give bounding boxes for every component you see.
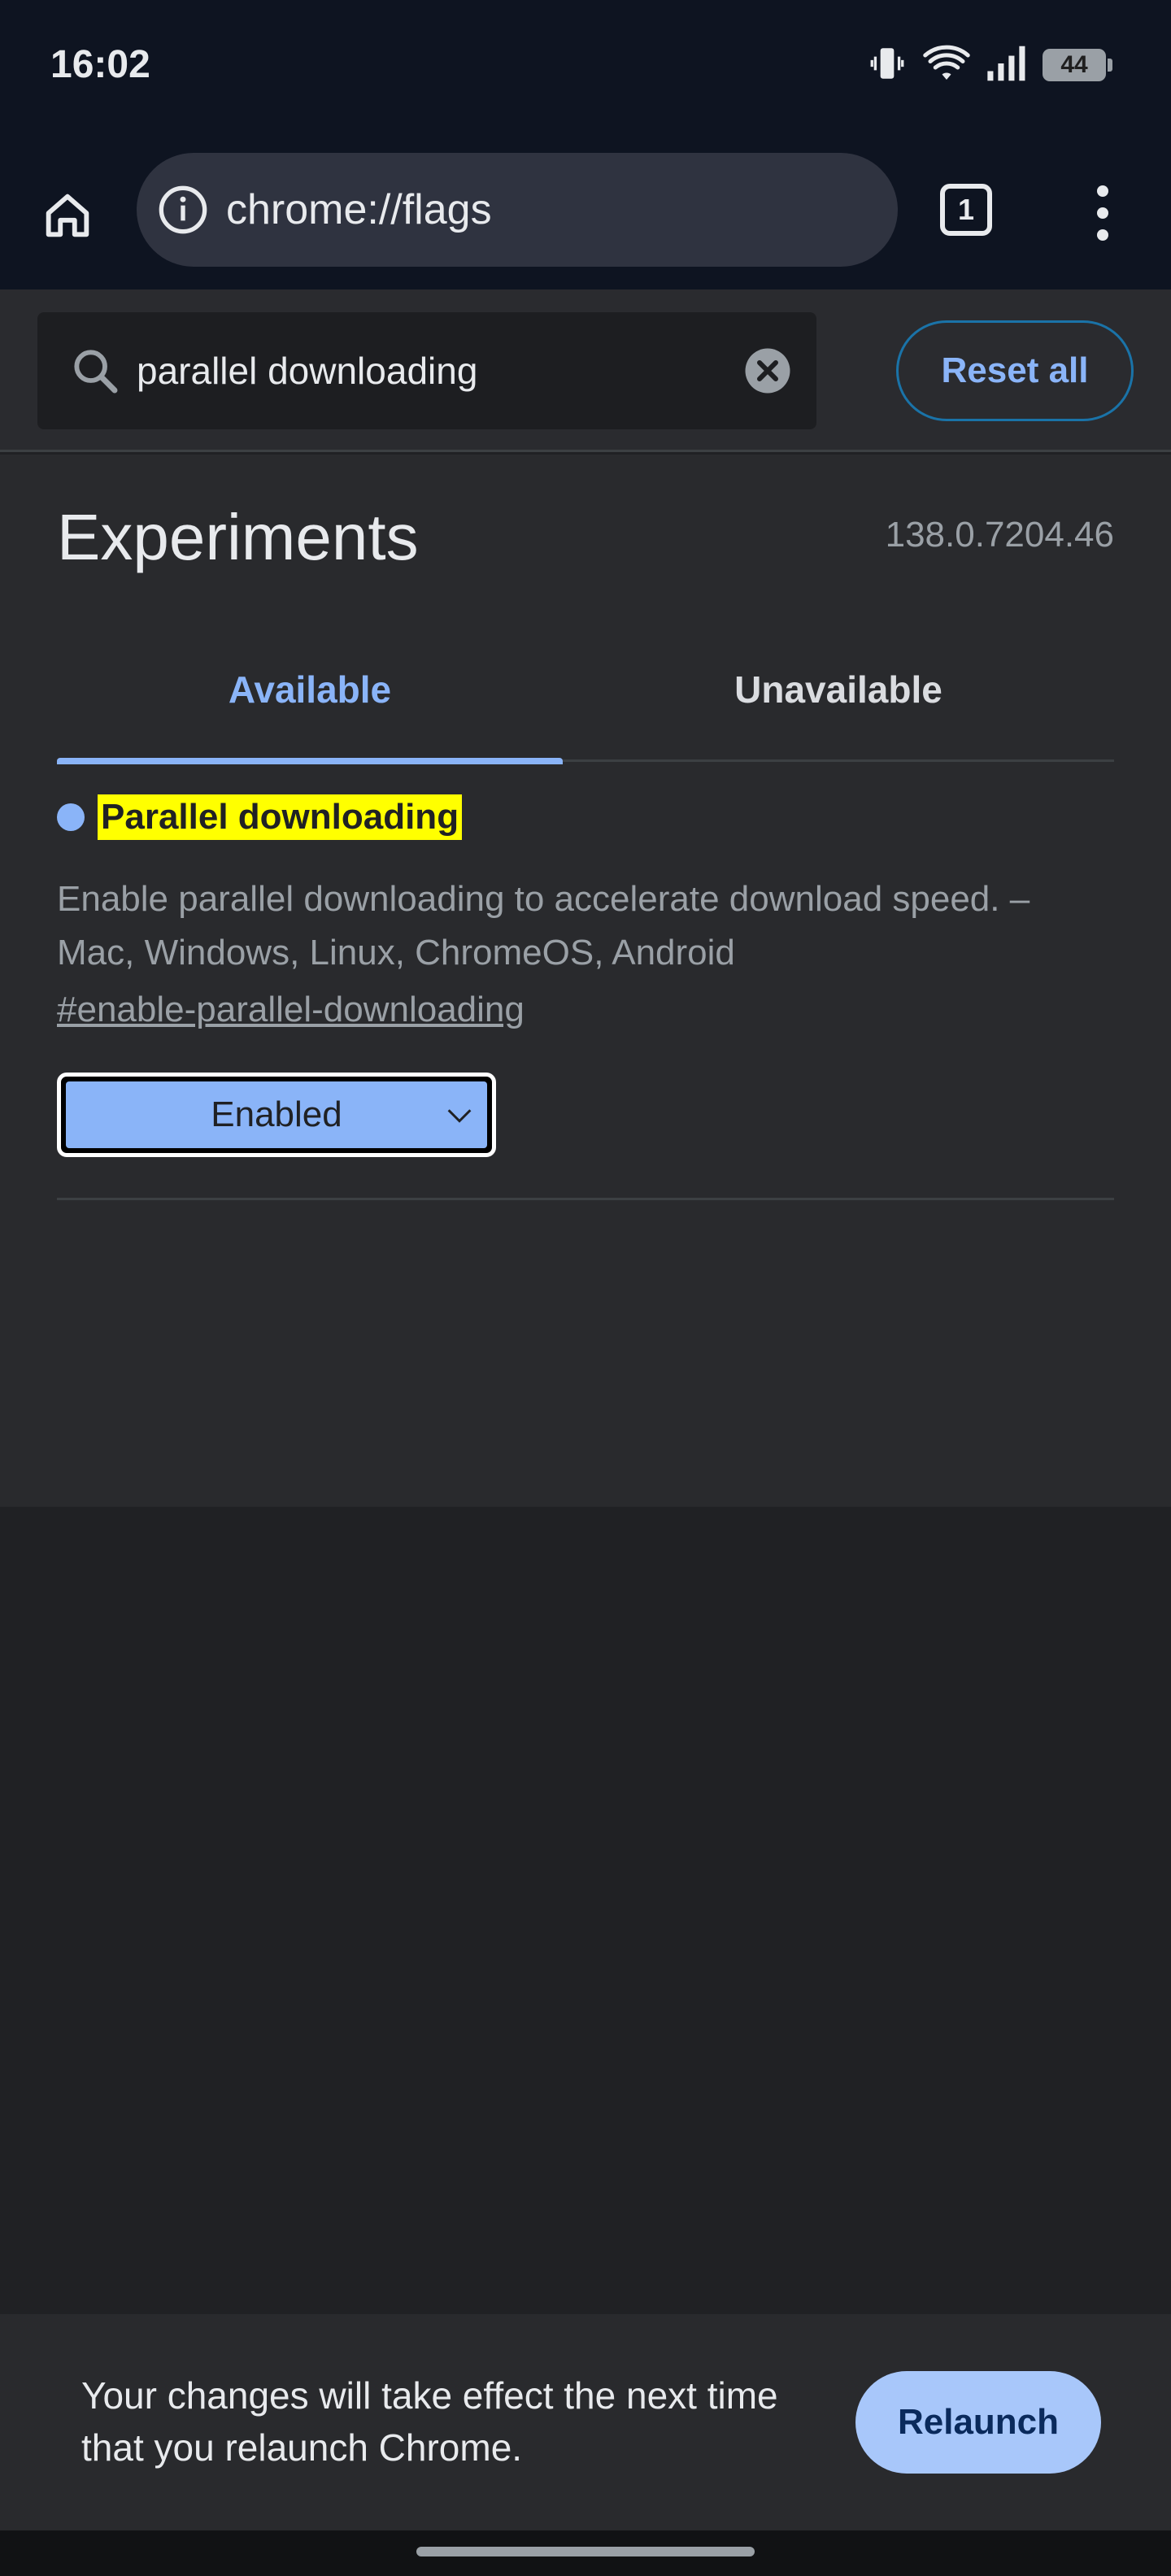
gesture-handle[interactable]	[416, 2547, 755, 2556]
clear-search-button[interactable]	[743, 346, 792, 395]
relaunch-bar: Your changes will take effect the next t…	[0, 2314, 1171, 2530]
more-menu-button[interactable]	[1078, 181, 1127, 246]
more-menu-icon	[1097, 185, 1108, 197]
selected-option: Enabled	[211, 1094, 342, 1134]
search-box[interactable]	[37, 312, 816, 429]
flag-name: Parallel downloading	[98, 794, 463, 840]
signal-icon	[986, 43, 1028, 88]
home-icon	[46, 194, 89, 237]
tab-switcher-button[interactable]: 1	[940, 184, 992, 236]
browser-toolbar: chrome://flags 1	[0, 138, 1171, 289]
status-time: 16:02	[50, 43, 150, 86]
flag-state-value[interactable]: Enabled	[66, 1081, 487, 1148]
tab-available[interactable]: Available	[57, 617, 563, 764]
flag-item: Parallel downloading Enable parallel dow…	[57, 794, 1114, 1030]
status-icons: 44	[867, 42, 1112, 88]
flag-header: Parallel downloading	[57, 794, 1114, 840]
more-menu-dot	[1097, 229, 1108, 241]
navigation-bar	[0, 2530, 1171, 2576]
status-bar: 16:02 44	[0, 0, 1171, 138]
experiments-panel: Experiments 138.0.7204.46 Available Unav…	[0, 455, 1171, 1507]
battery-icon: 44	[1043, 49, 1112, 81]
page-title: Experiments	[57, 501, 419, 573]
tab-bar: Available Unavailable	[57, 617, 1114, 764]
flag-divider	[57, 1198, 1114, 1200]
omnibox[interactable]: chrome://flags	[137, 153, 898, 267]
home-button[interactable]	[33, 181, 102, 250]
modified-indicator	[57, 803, 85, 831]
search-input[interactable]	[137, 349, 743, 393]
more-menu-dot	[1097, 207, 1108, 219]
url-text[interactable]: chrome://flags	[226, 185, 492, 234]
version-label: 138.0.7204.46	[885, 515, 1114, 555]
relaunch-message: Your changes will take effect the next t…	[81, 2374, 778, 2469]
reset-all-button[interactable]: Reset all	[896, 320, 1134, 421]
battery-level: 44	[1060, 51, 1088, 78]
flag-description: Enable parallel downloading to accelerat…	[57, 879, 1030, 973]
clear-icon	[745, 348, 790, 394]
search-icon	[67, 342, 124, 399]
wifi-icon	[922, 43, 971, 88]
vibrate-icon	[867, 43, 908, 88]
site-info-button[interactable]	[155, 181, 211, 238]
flag-permalink[interactable]: #enable-parallel-downloading	[57, 990, 525, 1030]
info-icon	[159, 185, 207, 234]
tab-unavailable[interactable]: Unavailable	[586, 617, 1091, 762]
flags-search-area: Reset all	[0, 289, 1171, 452]
relaunch-button[interactable]: Relaunch	[855, 2371, 1101, 2474]
flag-state-select[interactable]: Enabled	[57, 1073, 496, 1157]
tab-count: 1	[957, 193, 975, 226]
chevron-down-icon	[447, 1109, 472, 1123]
